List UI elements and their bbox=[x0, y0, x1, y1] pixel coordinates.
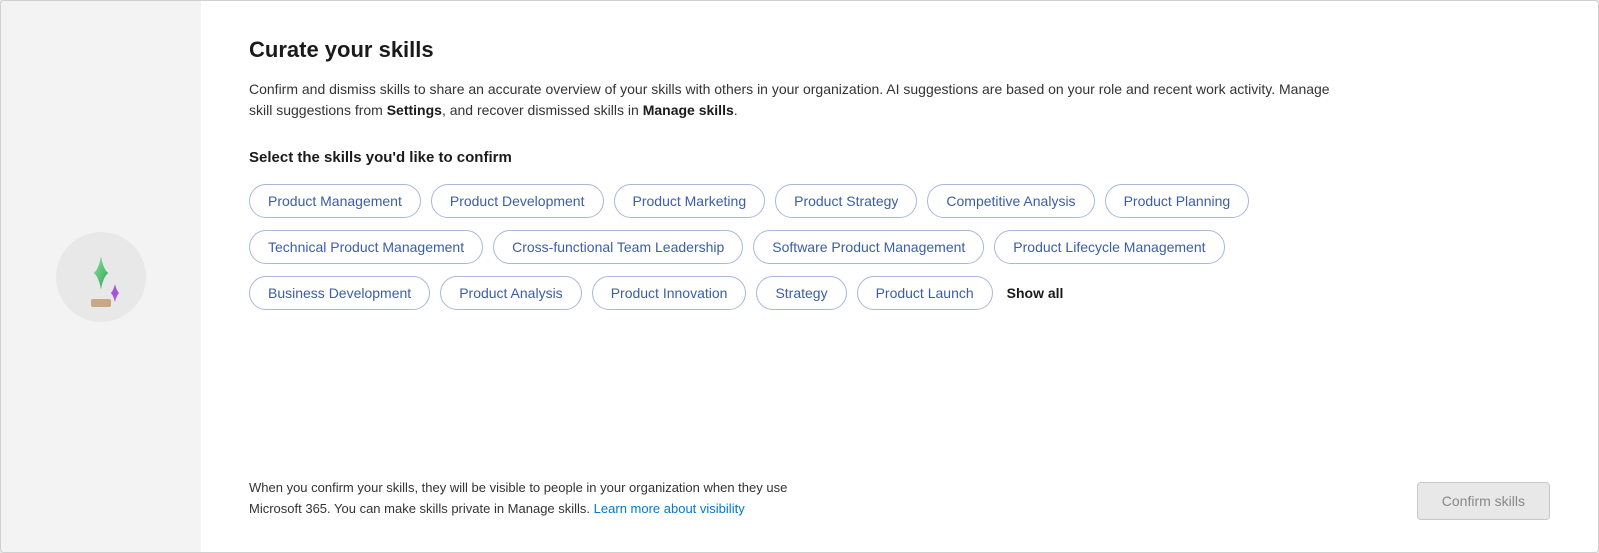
show-all-button[interactable]: Show all bbox=[1003, 277, 1068, 309]
skills-section-title: Select the skills you'd like to confirm bbox=[249, 149, 1550, 166]
description: Confirm and dismiss skills to share an a… bbox=[249, 79, 1349, 121]
settings-link[interactable]: Settings bbox=[387, 102, 442, 118]
skill-tag-product-management[interactable]: Product Management bbox=[249, 184, 421, 218]
skill-tag-product-analysis[interactable]: Product Analysis bbox=[440, 276, 582, 310]
manage-skills-link[interactable]: Manage skills bbox=[643, 102, 734, 118]
skill-tag-strategy[interactable]: Strategy bbox=[756, 276, 846, 310]
footer-line1: When you confirm your skills, they will … bbox=[249, 480, 787, 495]
skill-tag-product-strategy[interactable]: Product Strategy bbox=[775, 184, 917, 218]
main-content: Curate your skills Confirm and dismiss s… bbox=[201, 1, 1598, 552]
skill-tag-product-development[interactable]: Product Development bbox=[431, 184, 604, 218]
description-part2: , and recover dismissed skills in bbox=[442, 102, 643, 118]
skill-tag-product-marketing[interactable]: Product Marketing bbox=[614, 184, 766, 218]
footer-section: When you confirm your skills, they will … bbox=[249, 470, 1550, 520]
page-title: Curate your skills bbox=[249, 37, 1550, 63]
skills-row-2: Technical Product Management Cross-funct… bbox=[249, 230, 1550, 264]
sidebar bbox=[1, 1, 201, 552]
skills-grid: Product Management Product Development P… bbox=[249, 184, 1550, 310]
ai-icon-wrapper bbox=[56, 232, 146, 322]
skill-tag-product-launch[interactable]: Product Launch bbox=[857, 276, 993, 310]
skill-tag-software-product-management[interactable]: Software Product Management bbox=[753, 230, 984, 264]
skills-row-3: Business Development Product Analysis Pr… bbox=[249, 276, 1550, 310]
card-container: Curate your skills Confirm and dismiss s… bbox=[0, 0, 1599, 553]
ai-icon bbox=[71, 247, 131, 307]
skill-tag-business-development[interactable]: Business Development bbox=[249, 276, 430, 310]
skill-tag-competitive-analysis[interactable]: Competitive Analysis bbox=[927, 184, 1094, 218]
learn-more-link[interactable]: Learn more about visibility bbox=[594, 501, 745, 516]
skill-tag-technical-product-management[interactable]: Technical Product Management bbox=[249, 230, 483, 264]
skill-tag-product-lifecycle-management[interactable]: Product Lifecycle Management bbox=[994, 230, 1224, 264]
skill-tag-product-planning[interactable]: Product Planning bbox=[1105, 184, 1250, 218]
description-end: . bbox=[734, 102, 738, 118]
footer-text: When you confirm your skills, they will … bbox=[249, 478, 787, 520]
skill-tag-product-innovation[interactable]: Product Innovation bbox=[592, 276, 747, 310]
footer-line2: Microsoft 365. You can make skills priva… bbox=[249, 501, 745, 516]
skills-row-1: Product Management Product Development P… bbox=[249, 184, 1550, 218]
skill-tag-cross-functional-team-leadership[interactable]: Cross-functional Team Leadership bbox=[493, 230, 743, 264]
confirm-skills-button[interactable]: Confirm skills bbox=[1417, 482, 1550, 520]
bulb-base-icon bbox=[91, 299, 111, 307]
